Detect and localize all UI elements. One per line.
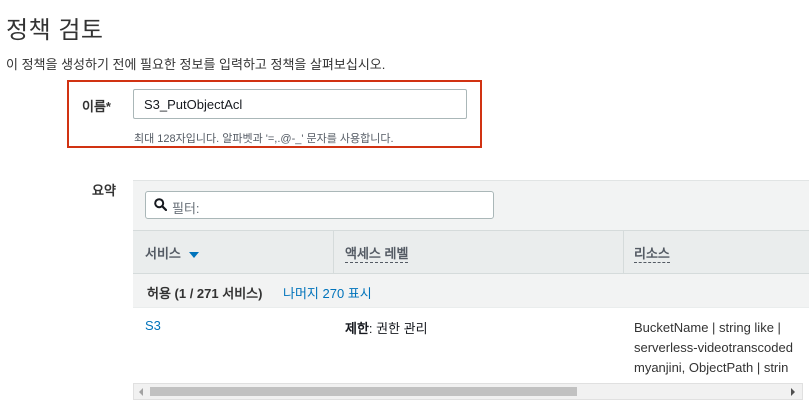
caret-down-icon	[188, 251, 199, 258]
page-subtitle: 이 정책을 생성하기 전에 필요한 정보를 입력하고 정책을 살펴보십시오.	[6, 57, 386, 72]
page-title: 정책 검토	[6, 17, 104, 44]
table-row: S3 제한: 권한 관리 BucketName | string like | …	[133, 308, 809, 384]
column-header-access-level-label: 액세스 레벨	[345, 246, 409, 263]
scrollbar-thumb[interactable]	[150, 387, 577, 396]
table-header: 서비스 액세스 레벨 리소스	[133, 230, 809, 274]
filter-bar: 필터:	[133, 180, 809, 230]
summary-table: 필터: 서비스 액세스 레벨 리소스 허용 (1 / 271 서비스) 나머지 …	[133, 180, 809, 407]
column-divider	[333, 231, 334, 273]
filter-input[interactable]: 필터:	[145, 191, 494, 219]
summary-label: 요약	[92, 183, 116, 198]
horizontal-scrollbar[interactable]	[133, 383, 803, 400]
access-level-detail: : 권한 관리	[368, 321, 428, 336]
allow-group-text: 허용 (1 / 271 서비스)	[147, 286, 263, 301]
service-link[interactable]: S3	[145, 318, 161, 333]
name-hint: 최대 128자입니다. 알파벳과 '=,.@-_' 문자를 사용합니다.	[134, 133, 394, 145]
resource-line: BucketName | string like |	[634, 320, 781, 335]
resource-line: myanjini, ObjectPath | strin	[634, 360, 789, 375]
column-header-resource-label: 리소스	[634, 246, 670, 263]
column-divider	[623, 231, 624, 273]
column-header-service[interactable]: 서비스	[145, 243, 199, 262]
name-label: 이름*	[82, 99, 111, 114]
column-header-resource[interactable]: 리소스	[634, 243, 670, 263]
column-header-access-level[interactable]: 액세스 레벨	[345, 243, 409, 263]
filter-placeholder: 필터:	[172, 201, 200, 216]
scroll-left-arrow-icon[interactable]	[139, 388, 143, 396]
column-header-service-label: 서비스	[145, 246, 181, 261]
allow-group-row: 허용 (1 / 271 서비스) 나머지 270 표시	[133, 274, 809, 308]
search-icon	[154, 198, 167, 211]
access-level-cell: 제한: 권한 관리	[345, 318, 428, 337]
resource-line: serverless-videotranscoded	[634, 340, 793, 355]
policy-name-input[interactable]	[133, 89, 467, 119]
show-remaining-services-link[interactable]: 나머지 270 표시	[283, 283, 372, 302]
scroll-right-arrow-icon[interactable]	[791, 388, 795, 396]
resource-cell: BucketName | string like | serverless-vi…	[634, 318, 809, 378]
access-level-type: 제한	[345, 321, 369, 336]
